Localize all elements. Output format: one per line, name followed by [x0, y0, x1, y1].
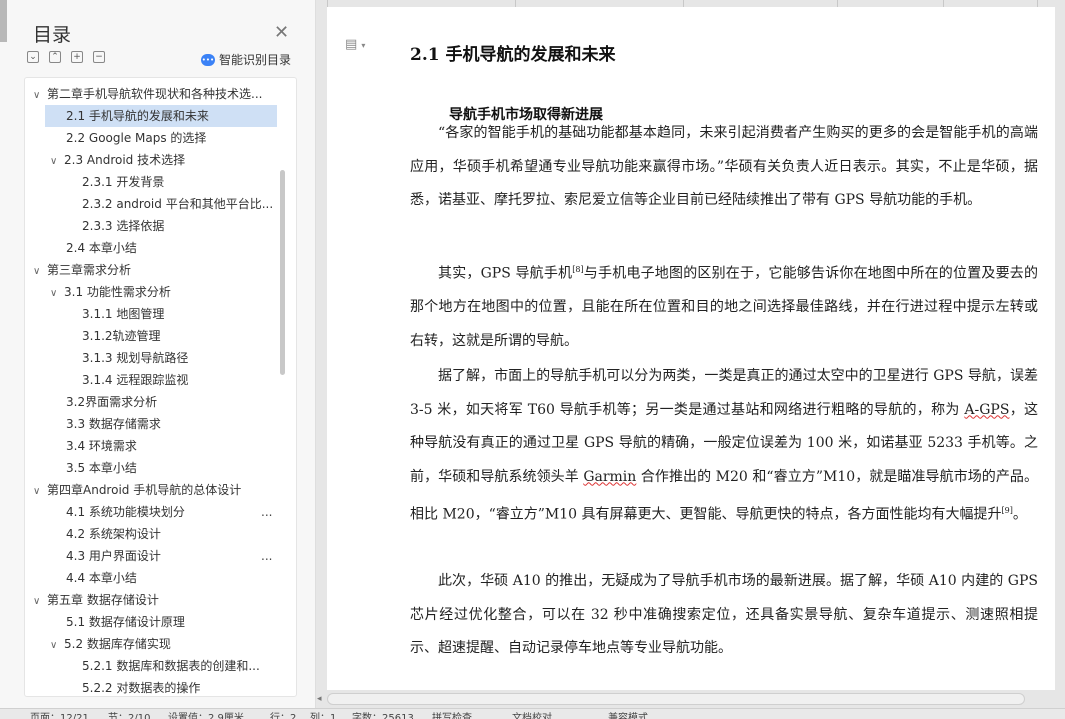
paragraph: 据了解，市面上的导航手机可以分为两类，一类是真正的通过太空中的卫星进行 GPS …: [410, 368, 1039, 523]
status-col: 列：1: [310, 713, 337, 719]
toc-scrollbar[interactable]: [280, 170, 285, 375]
document-page[interactable]: ▤ ▾ 2.1 手机导航的发展和未来 导航手机市场取得新进展 “各家的智能手机的…: [327, 7, 1055, 690]
toc-item[interactable]: 2.3.3 选择依据: [82, 215, 272, 237]
spellcheck-word[interactable]: A-GPS: [964, 402, 1009, 418]
more-icon[interactable]: ...: [261, 545, 272, 567]
status-bar: 页面：12/21 节：2/10 设置值：2.9厘米 行：2 列：1 字数：256…: [0, 708, 1065, 719]
ai-cloud-icon: •••: [201, 53, 215, 66]
toc-item[interactable]: ∨ 第五章 数据存储设计: [33, 589, 273, 611]
toc-item[interactable]: ∨ 2.3 Android 技术选择: [50, 149, 270, 171]
toc-item[interactable]: 3.1.3 规划导航路径: [82, 347, 272, 369]
paragraph: 此次，华硕 A10 的推出，无疑成为了导航手机市场的最新进展。据了解，华硕 A1…: [410, 573, 1038, 656]
add-heading-icon[interactable]: +: [71, 51, 83, 63]
citation[interactable]: [9]: [1002, 506, 1013, 515]
toc-item[interactable]: 3.5 本章小结: [66, 457, 266, 479]
paragraph: “各家的智能手机的基础功能都基本趋同，未来引起消费者产生购买的更多的会是智能手机…: [410, 125, 1038, 208]
toc-item[interactable]: 4.2 系统架构设计: [66, 523, 256, 545]
chevron-down-icon[interactable]: ∨: [33, 261, 47, 281]
app-window: 目录 ✕ ⌄ ⌃ + − ••• 智能识别目录 ∨ 第二章手机导航软件现状和各种技…: [0, 0, 1065, 719]
chevron-down-icon[interactable]: ∨: [50, 635, 64, 655]
scroll-left-icon[interactable]: ◂: [317, 694, 322, 704]
divider: [327, 0, 328, 7]
status-section: 节：2/10: [108, 713, 151, 719]
expand-all-icon[interactable]: ⌄: [27, 51, 39, 63]
toc-item[interactable]: 2.3.2 android 平台和其他平台比...: [82, 193, 272, 215]
toc-item[interactable]: ∨ 5.2 数据库存储实现: [50, 633, 270, 655]
toc-item[interactable]: 2.2 Google Maps 的选择: [66, 127, 276, 149]
status-page[interactable]: 页面：12/21: [30, 709, 89, 719]
spellcheck-word[interactable]: Garmin: [583, 469, 636, 485]
toc-item[interactable]: 4.4 本章小结: [66, 567, 256, 589]
spellcheck-button[interactable]: 拼写检查: [432, 709, 472, 719]
chevron-down-icon[interactable]: ∨: [33, 591, 47, 611]
page-top-edge: [317, 0, 1065, 7]
toc-item[interactable]: 2.3.1 开发背景: [82, 171, 272, 193]
toc-item[interactable]: 3.2界面需求分析: [66, 391, 266, 413]
horizontal-scrollbar[interactable]: [327, 693, 1025, 705]
smart-toc-button[interactable]: ••• 智能识别目录: [201, 51, 291, 68]
divider: [943, 0, 944, 7]
nav-left-scroll-thumb[interactable]: [0, 0, 7, 42]
toc-item[interactable]: 2.4 本章小结: [66, 237, 266, 259]
toc-item[interactable]: ∨ 第二章手机导航软件现状和各种技术选...: [33, 83, 273, 105]
toc-item[interactable]: 5.1 数据存储设计原理: [66, 611, 266, 633]
toc-item[interactable]: 3.1.2轨迹管理: [82, 325, 272, 347]
toc-item[interactable]: 3.1.4 远程跟踪监视: [82, 369, 272, 391]
status-row: 行：2: [270, 713, 297, 719]
toc-item[interactable]: 4.1 系统功能模块划分: [66, 501, 256, 523]
toc-toolbar: ⌄ ⌃ + −: [27, 51, 105, 63]
toc-item-active[interactable]: 2.1 手机导航的发展和未来: [45, 105, 277, 127]
paragraph: 其实，GPS 导航手机[8]与手机电子地图的区别在于，它能够告诉你在地图中所在的…: [410, 265, 1038, 349]
divider: [683, 0, 684, 7]
toc-item[interactable]: 4.3 用户界面设计: [66, 545, 256, 567]
more-icon[interactable]: ...: [261, 501, 272, 523]
section-heading: 2.1 手机导航的发展和未来: [410, 45, 616, 65]
toc-list: ∨ 第二章手机导航软件现状和各种技术选... 2.1 手机导航的发展和未来 2.2…: [24, 77, 297, 697]
toc-item[interactable]: ∨ 第三章需求分析: [33, 259, 273, 281]
citation[interactable]: [8]: [572, 265, 583, 274]
chevron-down-icon[interactable]: ∨: [33, 481, 47, 501]
doc-check-button[interactable]: 文档校对: [512, 709, 552, 719]
document-area: ▤ ▾ 2.1 手机导航的发展和未来 导航手机市场取得新进展 “各家的智能手机的…: [317, 0, 1065, 705]
toc-item[interactable]: ∨ 3.1 功能性需求分析: [50, 281, 270, 303]
chevron-down-icon[interactable]: ∨: [33, 85, 47, 105]
divider: [515, 0, 516, 7]
collapse-all-icon[interactable]: ⌃: [49, 51, 61, 63]
toc-title: 目录: [33, 24, 72, 46]
toc-item[interactable]: 5.2.2 对数据表的操作: [82, 677, 272, 696]
toc-item[interactable]: 5.2.1 数据库和数据表的创建和...: [82, 655, 272, 677]
status-words[interactable]: 字数：25613: [352, 709, 414, 719]
chevron-down-icon[interactable]: ∨: [50, 283, 64, 303]
status-setting: 设置值：2.9厘米: [168, 713, 244, 719]
divider: [1037, 0, 1038, 7]
compat-mode-label: 兼容模式: [608, 713, 648, 719]
navigation-pane: 目录 ✕ ⌄ ⌃ + − ••• 智能识别目录 ∨ 第二章手机导航软件现状和各种技…: [0, 0, 316, 719]
toc-item[interactable]: 3.3 数据存储需求: [66, 413, 266, 435]
divider: [837, 0, 838, 7]
remove-heading-icon[interactable]: −: [93, 51, 105, 63]
toc-item[interactable]: 3.4 环境需求: [66, 435, 266, 457]
close-icon[interactable]: ✕: [274, 22, 289, 43]
toc-item[interactable]: ∨ 第四章Android 手机导航的总体设计: [33, 479, 273, 501]
smart-toc-label: 智能识别目录: [219, 53, 292, 67]
chevron-down-icon[interactable]: ∨: [50, 151, 64, 171]
document-icon[interactable]: ▤ ▾: [345, 37, 365, 52]
toc-item[interactable]: 3.1.1 地图管理: [82, 303, 272, 325]
